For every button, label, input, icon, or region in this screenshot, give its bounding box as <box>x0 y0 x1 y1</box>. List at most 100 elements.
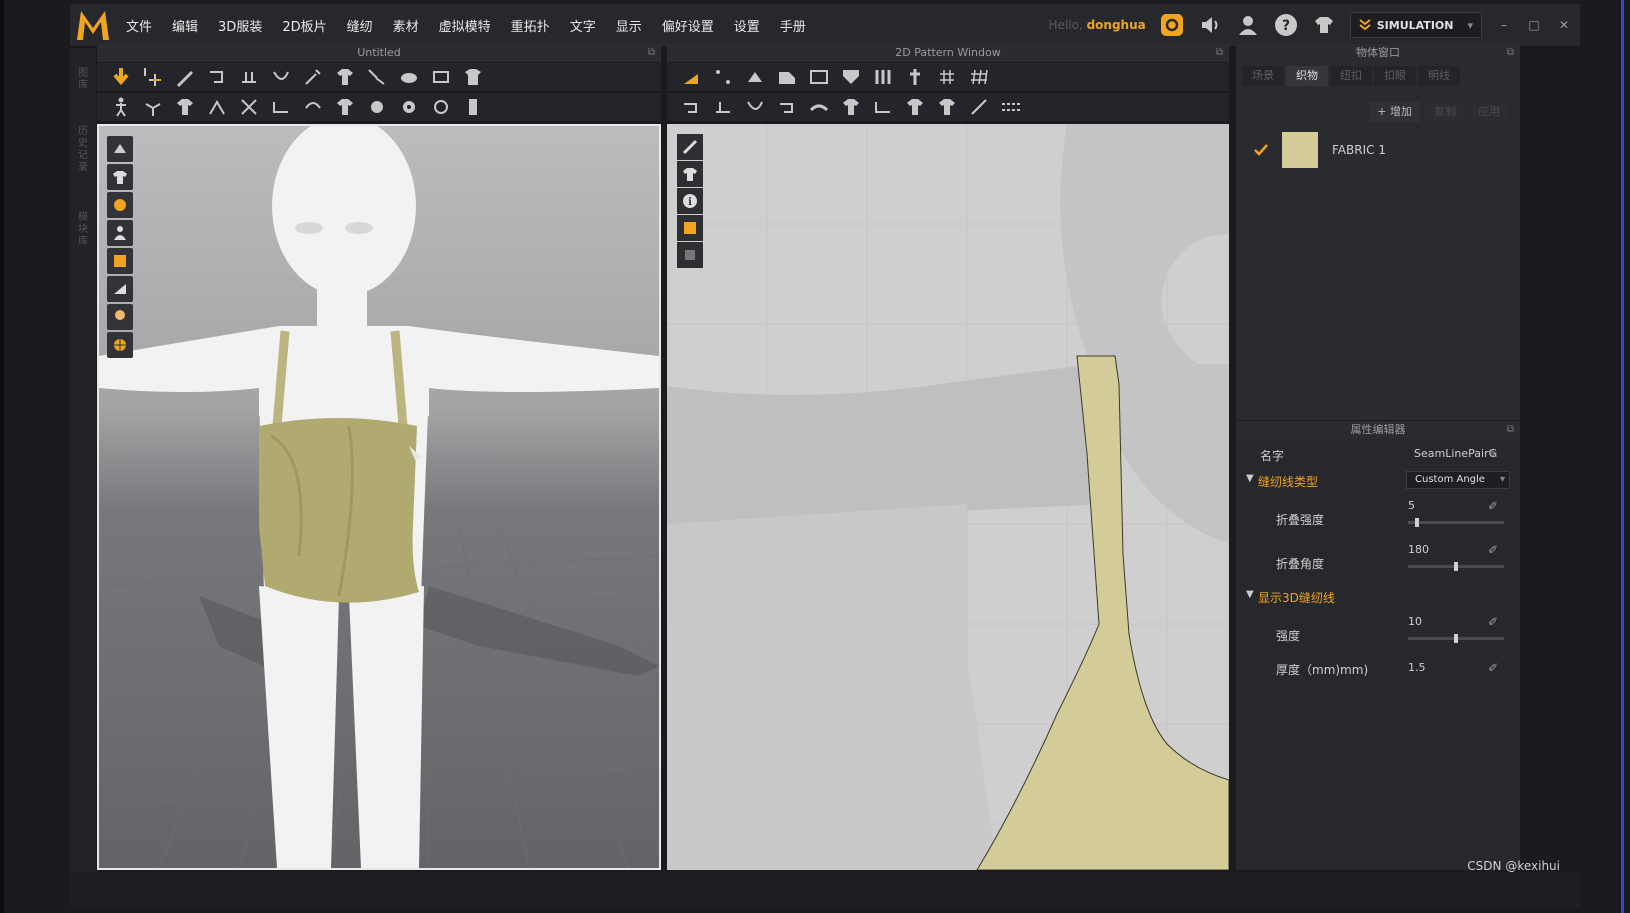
name-value[interactable]: SeamLinePairG <box>1414 447 1497 460</box>
menu-text[interactable]: 文字 <box>560 16 606 35</box>
slider-knob[interactable] <box>1454 562 1458 571</box>
pin-tool[interactable] <box>299 64 327 90</box>
simulation-mode-button[interactable]: SIMULATION ▾ <box>1349 12 1482 38</box>
edit-curvature-tool[interactable] <box>741 64 769 90</box>
grading-tool[interactable] <box>965 64 993 90</box>
pattern-garment-tool[interactable] <box>837 94 865 120</box>
fold-strength-value[interactable]: 5 <box>1408 499 1415 512</box>
minimize-button[interactable]: – <box>1496 18 1512 32</box>
close-button[interactable]: ✕ <box>1556 18 1572 32</box>
seam-type-dropdown[interactable]: Custom Angle ▾ <box>1406 471 1510 489</box>
tab-button[interactable]: 纽扣 <box>1330 66 1372 86</box>
zipper-tool[interactable] <box>427 94 455 120</box>
cloud-icon[interactable] <box>1160 13 1184 37</box>
pattern-fit-tool[interactable] <box>901 94 929 120</box>
skin-icon[interactable] <box>107 304 133 330</box>
dashed-line-tool[interactable] <box>997 94 1025 120</box>
edit-point-tool[interactable] <box>709 64 737 90</box>
edit-sewing-tool[interactable] <box>773 94 801 120</box>
seam-tool[interactable] <box>677 94 705 120</box>
thickness-value[interactable]: 1.5 <box>1408 661 1426 674</box>
polygon-tool[interactable] <box>805 64 833 90</box>
fold-angle-value[interactable]: 180 <box>1408 543 1429 556</box>
segment-sew-tool[interactable] <box>709 94 737 120</box>
menu-sewing[interactable]: 缝纫 <box>337 16 383 35</box>
menu-display[interactable]: 显示 <box>606 16 652 35</box>
pin-icon[interactable]: ✐ <box>1488 499 1498 513</box>
internal-shape-tool[interactable] <box>837 64 865 90</box>
topstitch-tool[interactable] <box>459 94 487 120</box>
garment-display-icon[interactable] <box>107 164 133 190</box>
free-sewing-tool[interactable] <box>741 94 769 120</box>
fold-strength-slider[interactable] <box>1408 518 1504 527</box>
environment-icon[interactable] <box>107 332 133 358</box>
checker-tool[interactable] <box>933 94 961 120</box>
free-sew-tool[interactable] <box>299 94 327 120</box>
fold-arrangement-tool[interactable] <box>805 94 833 120</box>
menu-edit[interactable]: 编辑 <box>162 16 208 35</box>
side-tab-modules[interactable]: 模块库 <box>75 212 91 248</box>
viewport-2d[interactable]: i <box>667 124 1229 870</box>
line-tool[interactable] <box>965 94 993 120</box>
info-icon[interactable]: i <box>677 188 703 214</box>
pin-icon[interactable]: ✐ <box>1488 615 1498 629</box>
help-icon[interactable]: ? <box>1274 13 1298 37</box>
menu-3d-garment[interactable]: 3D服装 <box>208 16 272 35</box>
speaker-icon[interactable] <box>1198 13 1222 37</box>
tab-scene[interactable]: 场景 <box>1242 66 1284 86</box>
garment-share-icon[interactable] <box>1312 13 1336 37</box>
fold-angle-slider[interactable] <box>1408 562 1504 571</box>
strength-slider[interactable] <box>1408 634 1504 643</box>
avatar-display-icon[interactable] <box>107 220 133 246</box>
edit-tool[interactable] <box>171 64 199 90</box>
arrangement-tool[interactable] <box>139 94 167 120</box>
select-mesh-tool[interactable] <box>139 64 167 90</box>
pen-display-icon[interactable] <box>677 134 703 160</box>
viewport-3d[interactable] <box>97 124 661 870</box>
strength-value[interactable]: 10 <box>1408 615 1422 628</box>
sew-tool[interactable] <box>267 94 295 120</box>
user-icon[interactable] <box>1236 13 1260 37</box>
menu-retopology[interactable]: 重拓扑 <box>501 16 560 35</box>
segment-tool[interactable] <box>203 94 231 120</box>
menu-avatar[interactable]: 虚拟模特 <box>429 16 501 35</box>
dock-icon[interactable]: ⧉ <box>648 44 655 62</box>
avatar-pose-tool[interactable] <box>107 94 135 120</box>
measure-tool[interactable] <box>427 64 455 90</box>
collapse-triangle-icon[interactable]: ▼ <box>1246 473 1254 484</box>
dock-icon[interactable]: ⧉ <box>1507 421 1514 439</box>
pin-icon[interactable]: ✐ <box>1488 543 1498 557</box>
tab-topstitch[interactable]: 明线 <box>1418 66 1460 86</box>
side-tab-library[interactable]: 图库 <box>75 68 91 92</box>
brush-tool[interactable] <box>363 64 391 90</box>
grading-view-icon[interactable] <box>677 242 703 268</box>
pin-icon[interactable]: ✐ <box>1488 661 1498 675</box>
menu-2d-pattern[interactable]: 2D板片 <box>272 16 336 35</box>
slider-knob[interactable] <box>1415 518 1420 527</box>
menu-preferences[interactable]: 偏好设置 <box>652 16 724 35</box>
edit-icon[interactable]: ✎ <box>1488 447 1498 461</box>
collapse-triangle-icon[interactable]: ▼ <box>1246 589 1254 600</box>
pattern-shape-tool[interactable] <box>331 94 359 120</box>
cut-sew-tool[interactable] <box>869 94 897 120</box>
smooth-tool[interactable] <box>395 64 423 90</box>
buttonhole-tool[interactable] <box>395 94 423 120</box>
side-tab-history[interactable]: 历史记录 <box>75 126 91 174</box>
fold-tool[interactable] <box>203 64 231 90</box>
copy-fabric-button[interactable]: 复制 <box>1426 102 1464 122</box>
fabric-display-icon[interactable] <box>107 248 133 274</box>
pattern-display-icon[interactable] <box>677 161 703 187</box>
tack-tool[interactable] <box>235 64 263 90</box>
cut-tool[interactable] <box>235 94 263 120</box>
tab-fabric[interactable]: 织物 <box>1286 66 1328 86</box>
menu-materials[interactable]: 素材 <box>383 16 429 35</box>
apply-fabric-button[interactable]: 应用 <box>1470 102 1508 122</box>
dart-tool[interactable] <box>869 64 897 90</box>
texture-icon[interactable] <box>107 192 133 218</box>
transform-pattern-tool[interactable] <box>677 64 705 90</box>
grid-tool[interactable] <box>933 64 961 90</box>
fabric-list-item[interactable]: FABRIC 1 <box>1254 132 1386 168</box>
dock-icon[interactable]: ⧉ <box>1507 44 1514 62</box>
tack-edit-tool[interactable] <box>267 64 295 90</box>
measure-display-icon[interactable] <box>107 276 133 302</box>
